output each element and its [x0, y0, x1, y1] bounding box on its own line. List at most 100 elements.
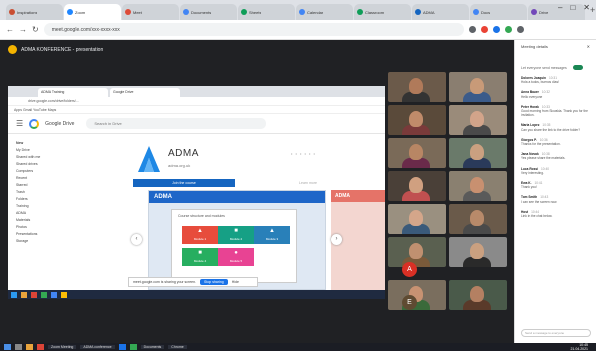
tab-favicon-icon — [473, 9, 479, 15]
participant-video[interactable] — [449, 72, 507, 102]
participant-video[interactable] — [388, 105, 446, 135]
reload-icon[interactable]: ↻ — [32, 25, 39, 34]
participant-video[interactable] — [388, 237, 446, 267]
participant-face — [409, 111, 423, 127]
participant-video[interactable] — [388, 171, 446, 201]
tab-favicon-icon — [183, 9, 189, 15]
module-tile: ■ Module 4 — [182, 248, 218, 266]
browser-tab[interactable]: Calendar — [296, 4, 353, 20]
drive-sidebar-item: Starred — [16, 183, 28, 187]
drive-sidebar-item: Storage — [16, 239, 29, 243]
module-label: Module 4 — [193, 259, 207, 263]
drive-sidebar-item: ADMA — [16, 211, 27, 215]
chat-permission-toggle[interactable]: Let everyone send messages — [521, 65, 590, 70]
participant-face — [409, 243, 423, 259]
taskbar-item[interactable]: Documents — [140, 345, 165, 349]
toggle-switch[interactable] — [572, 65, 583, 70]
extension-icon[interactable] — [480, 26, 488, 33]
browser-tab[interactable]: Documents — [180, 4, 237, 20]
search-icon[interactable] — [15, 344, 22, 350]
profile-icon[interactable] — [516, 26, 524, 33]
address-bar: ← → ↻ meet.google.com/xxx-xxxx-xxx — [0, 20, 596, 40]
participant-video[interactable] — [388, 138, 446, 168]
app-icon — [41, 291, 47, 298]
join-course-button: Join the course — [133, 179, 235, 187]
chat-text: Good morning from Slovakia. Thank you fo… — [521, 109, 588, 118]
chat-sender: Maria Lopez — [521, 123, 540, 128]
browser-tab[interactable]: Sheets — [238, 4, 295, 20]
participant-video[interactable] — [388, 72, 446, 102]
participant-video[interactable] — [449, 204, 507, 234]
word-icon[interactable] — [118, 344, 126, 350]
brand-status: • • • • • • — [291, 151, 316, 156]
module-label: Module 2 — [229, 237, 243, 241]
extension-icon[interactable] — [492, 26, 500, 33]
back-icon[interactable]: ← — [6, 25, 14, 34]
tab-label: ADMA — [423, 9, 435, 15]
browser-tab[interactable]: Inspirations — [6, 4, 63, 20]
hide-button[interactable]: Hide — [232, 280, 239, 284]
module-icon: ▲ — [269, 228, 275, 234]
excel-icon[interactable] — [129, 344, 137, 350]
taskbar-item[interactable]: Zoom Meeting — [48, 345, 77, 349]
participant-video[interactable] — [449, 105, 507, 135]
chat-panel: Meeting details ✕ Let everyone send mess… — [514, 40, 596, 343]
drive-sidebar-item: Presentations — [16, 232, 38, 236]
participant-avatar[interactable]: A — [402, 262, 417, 277]
extension-icon[interactable] — [468, 26, 476, 33]
chat-text: Yes please share the materials. — [521, 156, 566, 161]
browser-tab[interactable]: Docs — [470, 4, 527, 20]
participant-video[interactable] — [449, 138, 507, 168]
shared-screen: ADMA Training Google Drive drive.google.… — [8, 86, 385, 296]
chrome-icon[interactable] — [37, 344, 44, 350]
close-icon[interactable]: ✕ — [583, 3, 590, 12]
new-tab-icon[interactable]: + — [590, 5, 595, 15]
drive-sidebar-item: Training — [16, 204, 29, 208]
chat-toggle-label: Let everyone send messages — [521, 65, 567, 70]
slide-panel-title: Course structure and modules — [178, 214, 225, 218]
window-controls: – □ ✕ — [558, 3, 590, 12]
drive-sidebar-item: My Drive — [16, 148, 30, 152]
maximize-icon[interactable]: □ — [570, 3, 575, 12]
participant-face — [409, 78, 423, 94]
chat-message: Ewa K. 10:41 Thank you! — [521, 181, 590, 189]
close-chat-icon[interactable]: ✕ — [587, 44, 590, 49]
participant-video[interactable] — [449, 280, 507, 310]
browser-tab[interactable]: Classroom — [354, 4, 411, 20]
drive-sidebar-item: Computers — [16, 169, 34, 173]
participant-video[interactable] — [449, 237, 507, 267]
browser-tab[interactable]: ADMA — [412, 4, 469, 20]
avatar — [8, 45, 17, 54]
chat-input[interactable]: Send a message to everyone — [521, 329, 591, 337]
url-field[interactable]: meet.google.com/xxx-xxxx-xxx — [43, 23, 464, 36]
stop-sharing-button[interactable]: Stop sharing — [200, 279, 228, 285]
chat-sender: Anna Bauer — [521, 90, 539, 95]
tab-label: Drive — [539, 9, 549, 15]
browser-tab[interactable]: Zoom — [64, 4, 121, 20]
taskbar-item[interactable]: ADMA conference — [80, 345, 115, 349]
extension-icon[interactable] — [504, 26, 512, 33]
sharing-notification: meet.google.com is sharing your screen. … — [128, 277, 258, 287]
participant-avatar[interactable]: E — [402, 295, 417, 310]
chat-text: Thank you! — [521, 185, 537, 190]
drive-search: Search in Drive — [86, 118, 267, 129]
adma-logo-icon — [138, 146, 160, 172]
participant-face — [470, 78, 484, 94]
browser-tab[interactable]: Meet — [122, 4, 179, 20]
shared-taskbar — [8, 290, 385, 299]
participant-video[interactable] — [388, 204, 446, 234]
folder-icon[interactable] — [26, 344, 33, 350]
slide-panel: Course structure and modules ▲ Module 1 ■ M… — [171, 209, 297, 283]
participant-video[interactable] — [388, 280, 446, 310]
tab-label: Documents — [191, 9, 212, 15]
taskbar-item[interactable]: Chrome — [168, 345, 187, 349]
drive-sidebar-item: Materials — [16, 218, 31, 222]
shared-page-main: ADMA adma.org.uk • • • • • • Join the co… — [103, 134, 385, 296]
minimize-icon[interactable]: – — [558, 3, 562, 12]
start-icon[interactable] — [4, 344, 11, 350]
tab-label: Calendar — [307, 9, 324, 15]
module-tile: ■ Module 2 — [218, 226, 254, 244]
forward-icon[interactable]: → — [19, 25, 27, 34]
participant-video[interactable] — [449, 171, 507, 201]
tab-favicon-icon — [9, 9, 15, 15]
